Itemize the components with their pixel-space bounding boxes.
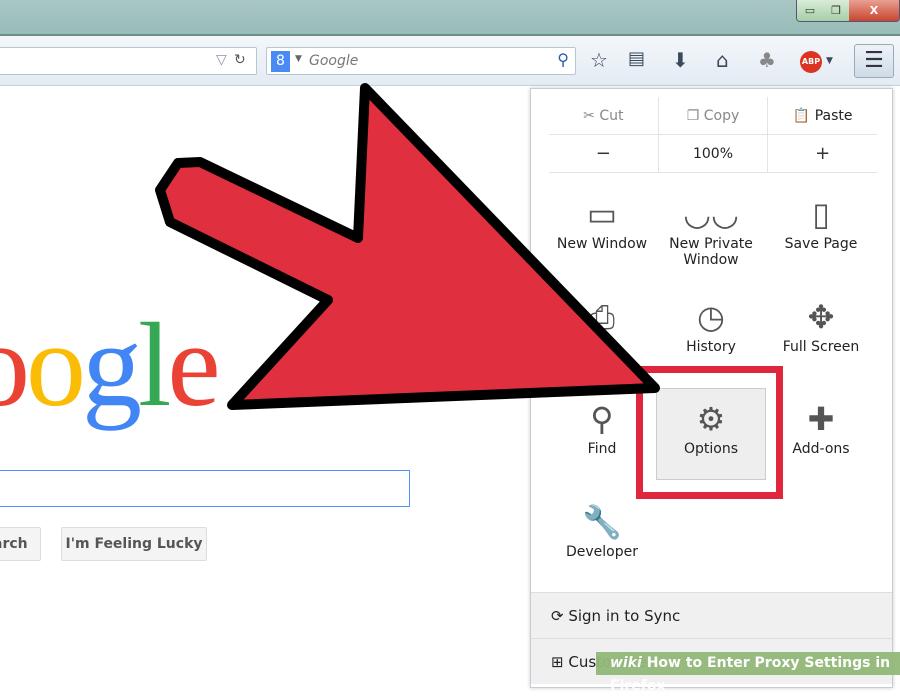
- pointer-arrow: [155, 83, 660, 410]
- arrow-shape: [155, 83, 660, 410]
- wikihow-banner: wiki How to Enter Proxy Settings in Fire…: [596, 652, 900, 694]
